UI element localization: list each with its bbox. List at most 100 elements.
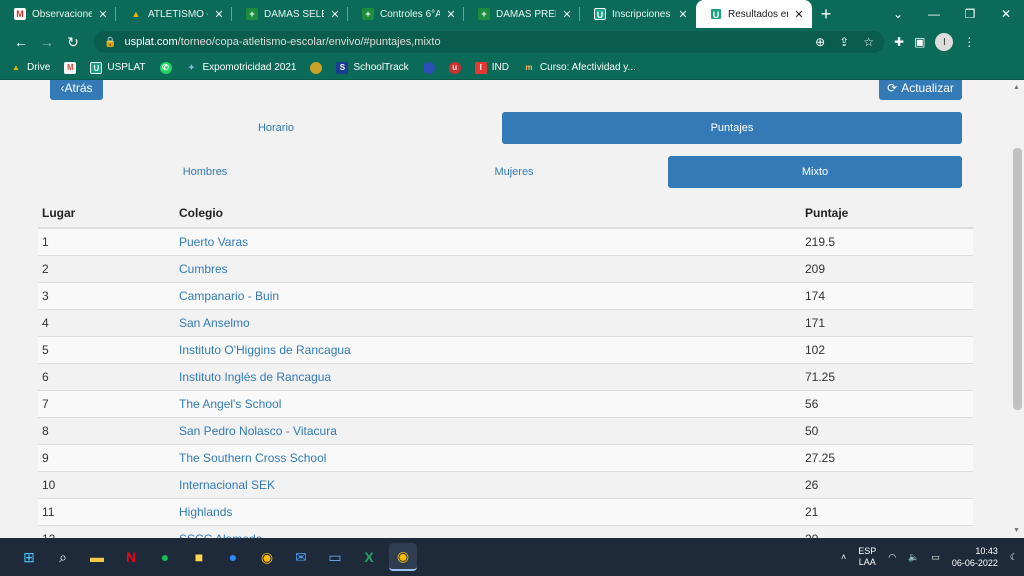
- sticky-notes-icon[interactable]: ■: [185, 543, 213, 571]
- bookmark-shield[interactable]: [422, 61, 435, 74]
- close-icon[interactable]: ✕: [212, 8, 226, 21]
- mail-icon[interactable]: ✉: [287, 543, 315, 571]
- bookmark-gmail[interactable]: M: [64, 61, 77, 74]
- close-icon[interactable]: ✕: [676, 8, 690, 21]
- bookmark-drive[interactable]: ▲ Drive: [10, 62, 50, 74]
- back-button[interactable]: ‹ Atrás: [50, 80, 103, 100]
- browser-tab[interactable]: + DAMAS PREPA ✕: [464, 0, 580, 28]
- tab-title: Observaciones: [32, 8, 92, 20]
- install-app-icon[interactable]: ⊕: [815, 35, 825, 49]
- drive-icon: ▲: [12, 62, 20, 72]
- close-icon[interactable]: ✕: [328, 8, 342, 21]
- url-path: /torneo/copa-atletismo-escolar/envivo/#p…: [177, 36, 441, 48]
- browser-tab[interactable]: U Inscripciones - ✕: [580, 0, 696, 28]
- menu-kebab-icon[interactable]: ⋮: [963, 35, 975, 49]
- cell-colegio[interactable]: Campanario - Buin: [175, 281, 801, 309]
- tab-mixto[interactable]: Mixto: [668, 156, 962, 188]
- bookmark-crest[interactable]: [310, 61, 323, 74]
- cell-colegio[interactable]: San Anselmo: [175, 308, 801, 336]
- browser-tab[interactable]: M Observaciones ✕: [0, 0, 116, 28]
- close-icon[interactable]: ✕: [560, 8, 574, 21]
- bookmark-whatsapp[interactable]: ✆: [159, 61, 172, 74]
- bookmark-schooltrack[interactable]: S SchoolTrack: [336, 61, 409, 74]
- netflix-icon[interactable]: N: [117, 543, 145, 571]
- cell-colegio[interactable]: The Southern Cross School: [175, 443, 801, 471]
- chrome-icon[interactable]: ◉: [389, 543, 417, 571]
- cell-colegio[interactable]: Cumbres: [175, 254, 801, 282]
- table-row: 10 Internacional SEK 26: [38, 470, 973, 498]
- cell-colegio[interactable]: The Angel's School: [175, 389, 801, 417]
- cell-colegio[interactable]: SSCC Alameda: [175, 524, 801, 538]
- tab-mujeres[interactable]: Mujeres: [360, 156, 668, 188]
- tab-search-icon[interactable]: ⌄: [880, 0, 916, 28]
- cell-colegio[interactable]: San Pedro Nolasco - Vitacura: [175, 416, 801, 444]
- browser-tab[interactable]: + DAMAS SELECC ✕: [232, 0, 348, 28]
- ind-icon: I: [474, 61, 487, 74]
- search-icon[interactable]: ⌕: [49, 543, 77, 571]
- tab-horario[interactable]: Horario: [50, 112, 502, 144]
- browser-tab-active[interactable]: U Resultados en ✕: [696, 0, 812, 28]
- cell-colegio[interactable]: Highlands: [175, 497, 801, 525]
- battery-icon[interactable]: ▭: [931, 552, 940, 563]
- side-panel-icon[interactable]: ▣: [914, 35, 925, 49]
- close-window-button[interactable]: ✕: [988, 0, 1024, 28]
- cell-colegio[interactable]: Instituto O'Higgins de Rancagua: [175, 335, 801, 363]
- tab-puntajes[interactable]: Puntajes: [502, 112, 962, 144]
- cell-lugar: 12: [38, 524, 175, 538]
- close-icon[interactable]: ✕: [444, 8, 458, 21]
- spotify-icon[interactable]: ●: [151, 543, 179, 571]
- zoom-icon[interactable]: ●: [219, 543, 247, 571]
- scroll-up-icon[interactable]: ▲: [1013, 84, 1020, 91]
- cell-lugar: 10: [38, 470, 175, 498]
- excel-icon[interactable]: X: [355, 543, 383, 571]
- refresh-icon: ⟳: [887, 81, 898, 95]
- minimize-button[interactable]: —: [916, 0, 952, 28]
- cell-lugar: 5: [38, 335, 175, 363]
- close-icon[interactable]: ✕: [792, 8, 806, 21]
- forward-arrow-icon[interactable]: →: [34, 30, 60, 54]
- vertical-scrollbar[interactable]: ▲ ▼: [1010, 80, 1024, 538]
- url-host: usplat.com: [124, 36, 178, 48]
- address-bar[interactable]: 🔒 usplat.com/torneo/copa-atletismo-escol…: [94, 31, 884, 53]
- browser-tab[interactable]: ▲ ATLETISMO - C ✕: [116, 0, 232, 28]
- restore-button[interactable]: ❐: [952, 0, 988, 28]
- language-indicator[interactable]: ESP LAA: [858, 546, 876, 568]
- browser-tab[interactable]: + Controles 6°AÑ ✕: [348, 0, 464, 28]
- page-content: ‹ Atrás ⟳ Actualizar Horario Puntajes Homb…: [0, 80, 1010, 538]
- new-tab-button[interactable]: +: [812, 0, 840, 28]
- start-icon[interactable]: ⊞: [15, 543, 43, 571]
- scrollbar-thumb[interactable]: [1013, 148, 1022, 410]
- file-explorer-icon[interactable]: ▬: [83, 543, 111, 571]
- bookmark-usplat[interactable]: U USPLAT: [90, 61, 146, 74]
- cell-colegio[interactable]: Internacional SEK: [175, 470, 801, 498]
- cell-lugar: 1: [38, 227, 175, 255]
- table-row: 4 San Anselmo 171: [38, 308, 973, 336]
- tab-hombres[interactable]: Hombres: [50, 156, 360, 188]
- close-icon[interactable]: ✕: [96, 8, 110, 21]
- bookmark-expomotricidad[interactable]: ✦ Expomotricidad 2021: [186, 62, 296, 74]
- bookmark-star-icon[interactable]: ☆: [863, 35, 874, 49]
- chrome-icon[interactable]: ◉: [253, 543, 281, 571]
- share-icon[interactable]: ⇪: [839, 35, 849, 49]
- back-arrow-icon[interactable]: ←: [8, 30, 34, 54]
- cell-puntaje: 102: [801, 335, 973, 363]
- chevron-up-icon[interactable]: ˄: [841, 552, 846, 562]
- scroll-down-icon[interactable]: ▼: [1013, 527, 1020, 534]
- profile-avatar[interactable]: I: [935, 33, 954, 51]
- notifications-icon[interactable]: ☾: [1010, 552, 1018, 563]
- volume-icon[interactable]: 🔈: [908, 552, 919, 563]
- bookmark-curso[interactable]: m Curso: Afectividad y...: [523, 62, 636, 74]
- refresh-button[interactable]: ⟳ Actualizar: [879, 80, 962, 100]
- browser-tab-strip: M Observaciones ✕ ▲ ATLETISMO - C ✕ + DA…: [0, 0, 1024, 28]
- bookmark-red-u[interactable]: u: [448, 61, 461, 74]
- bookmark-ind[interactable]: I IND: [474, 61, 509, 74]
- windows-taskbar: ⊞ ⌕ ▬ N ● ■ ● ◉ ✉ ▭ X ◉ ˄ ESP LAA ◠ 🔈 ▭ 1…: [0, 538, 1024, 576]
- wifi-icon[interactable]: ◠: [888, 552, 896, 563]
- reload-icon[interactable]: ↻: [60, 30, 86, 54]
- cell-colegio[interactable]: Puerto Varas: [175, 227, 801, 255]
- extensions-icon[interactable]: ✚: [894, 35, 904, 49]
- clock[interactable]: 10:43 06-06-2022: [952, 545, 998, 569]
- video-editor-icon[interactable]: ▭: [321, 543, 349, 571]
- cell-colegio[interactable]: Instituto Inglés de Rancagua: [175, 362, 801, 390]
- cell-lugar: 4: [38, 308, 175, 336]
